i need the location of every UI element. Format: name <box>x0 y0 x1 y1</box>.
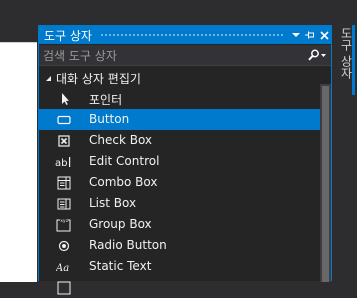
group-box-icon: xyz <box>55 216 72 233</box>
document-editor[interactable] <box>0 42 37 282</box>
item-label: List Box <box>89 196 137 210</box>
toolbox-item-group-box[interactable]: xyz Group Box <box>39 214 320 235</box>
search-icon <box>308 49 326 61</box>
pin-icon <box>305 31 314 39</box>
item-label: Static Text <box>89 259 152 273</box>
list-box-icon <box>55 195 72 212</box>
toolbox-item-button[interactable]: Button <box>39 109 320 130</box>
titlebar-grip[interactable] <box>99 32 283 38</box>
toolbox-title: 도구 상자 <box>44 28 92 43</box>
item-label: Radio Button <box>89 238 167 252</box>
edit-control-icon: ab <box>55 153 72 170</box>
item-label: Edit Control <box>89 154 160 168</box>
toolbox-item-pointer[interactable]: 포인터 <box>39 88 320 109</box>
search-input[interactable]: 검색 도구 상자 <box>39 47 303 64</box>
toolbox-tree: 대화 상자 편집기 포인터 Button Check Box ab Edit C… <box>39 68 320 298</box>
svg-text:Aa: Aa <box>56 263 69 273</box>
expanded-triangle-icon[interactable] <box>43 73 53 83</box>
item-label: Combo Box <box>89 175 158 189</box>
scrollbar-thumb[interactable] <box>322 86 329 282</box>
button-icon <box>55 111 72 128</box>
toolbox-item-combo-box[interactable]: Combo Box <box>39 172 320 193</box>
toolbox-item-check-box[interactable]: Check Box <box>39 130 320 151</box>
group-header-dialog-editor[interactable]: 대화 상자 편집기 <box>39 68 320 88</box>
item-label: Check Box <box>89 133 153 147</box>
toolbox-item-static-text[interactable]: Aa Static Text <box>39 256 320 277</box>
toolbox-titlebar[interactable]: 도구 상자 <box>39 26 331 44</box>
search-button[interactable] <box>303 45 331 65</box>
combo-box-icon <box>55 174 72 191</box>
radio-button-icon <box>55 237 72 254</box>
pointer-icon <box>55 90 72 107</box>
item-label: 포인터 <box>89 93 123 107</box>
group-label: 대화 상자 편집기 <box>56 71 141 86</box>
partial-item-icon <box>55 279 72 296</box>
toolbox-item-radio-button[interactable]: Radio Button <box>39 235 320 256</box>
svg-text:ab: ab <box>55 158 67 168</box>
window-options-button[interactable] <box>289 27 303 43</box>
auto-hide-button[interactable] <box>303 27 317 43</box>
side-tab-indicator <box>352 25 355 95</box>
item-label: Group Box <box>89 217 152 231</box>
toolbox-item-list-box[interactable]: List Box <box>39 193 320 214</box>
toolbox-item-partial[interactable] <box>39 277 320 298</box>
toolbox-search[interactable]: 검색 도구 상자 <box>39 45 331 66</box>
close-button[interactable] <box>317 27 331 43</box>
document-area <box>0 0 37 282</box>
item-label: Button <box>89 112 130 126</box>
side-tab-toolbox[interactable]: 도구 상자 <box>334 25 355 105</box>
checkbox-icon <box>55 132 72 149</box>
toolbox-window: 도구 상자 검색 도구 상자 대화 상자 편집기 포인터 Button Chec… <box>38 25 332 294</box>
toolbox-item-edit-control[interactable]: ab Edit Control <box>39 151 320 172</box>
static-text-icon: Aa <box>55 258 72 275</box>
dropdown-arrow-icon <box>292 33 300 37</box>
vertical-scrollbar[interactable] <box>320 84 331 282</box>
close-icon <box>319 30 329 40</box>
svg-text:xyz: xyz <box>60 219 68 224</box>
